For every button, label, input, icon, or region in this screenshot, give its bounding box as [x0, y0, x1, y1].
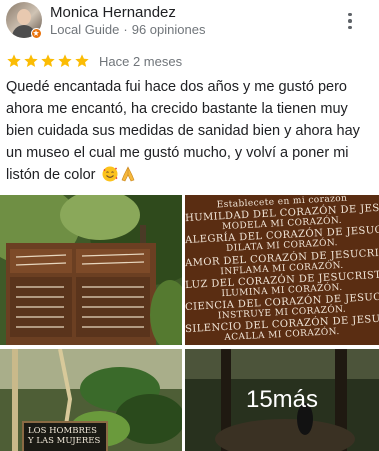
rating-row: Hace 2 meses [6, 52, 182, 70]
review-count: 96 opiniones [131, 22, 206, 37]
star-icon [41, 54, 55, 67]
small-sign: LOS HOMBRES Y LAS MUJERES [22, 421, 108, 451]
garden-sign-illustration [0, 195, 182, 345]
star-rating [6, 53, 90, 69]
review-photo-plants[interactable]: LOS HOMBRES Y LAS MUJERES [0, 349, 182, 451]
review-date: Hace 2 meses [99, 53, 183, 69]
star-icon [24, 54, 38, 67]
more-photos-overlay[interactable]: 15más [185, 349, 379, 451]
more-options-icon[interactable] [340, 9, 360, 33]
review-photo-prayer-plaque[interactable]: Establecete en mi corazon HUMILDAD DEL CO… [185, 195, 379, 345]
meta-separator: · [123, 22, 128, 37]
reviewer-name[interactable]: Monica Hernandez [50, 4, 176, 21]
reviewer-meta: Local Guide · 96 opiniones [50, 22, 205, 37]
local-guide-badge-icon [31, 28, 42, 39]
more-photos-label: 15más [245, 386, 319, 413]
review-text: Quedé encantada fui hace dos años y me g… [6, 79, 360, 183]
smiling-face-with-hearts-icon [102, 166, 117, 182]
avatar-face [17, 9, 31, 25]
local-guide-label: Local Guide [50, 22, 120, 37]
review-photo-more[interactable]: 15más [185, 349, 379, 451]
review-photo-garden-sign[interactable] [0, 195, 182, 345]
star-icon [58, 54, 72, 67]
star-icon [7, 54, 21, 67]
star-icon [75, 54, 89, 67]
review-body: Quedé encantada fui hace dos años y me g… [6, 76, 372, 186]
folded-hands-icon [121, 166, 134, 182]
